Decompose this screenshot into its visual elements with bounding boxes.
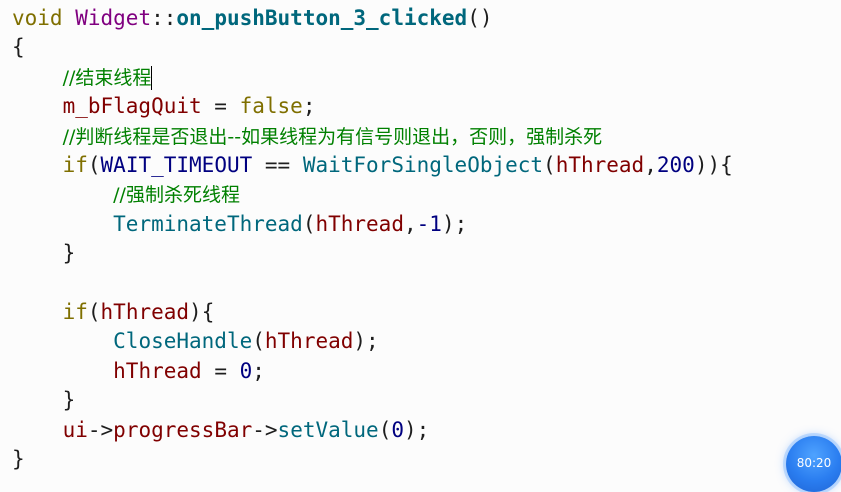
code-token-op: ); xyxy=(404,417,430,442)
code-token-var: m_bFlagQuit xyxy=(62,94,202,119)
code-token-kw: if xyxy=(62,300,88,324)
code-token-op: , xyxy=(644,153,657,177)
code-line[interactable]: hThread = 0; xyxy=(12,357,265,386)
code-token-op: ( xyxy=(378,417,392,442)
code-token-num: 200 xyxy=(656,153,695,177)
code-token-op: = xyxy=(201,94,240,119)
code-token-op: = xyxy=(201,358,240,383)
code-token-kw: void xyxy=(12,6,63,30)
code-token-op: ( xyxy=(87,153,101,177)
code-token-num: -1 xyxy=(416,211,442,236)
code-token-op: == xyxy=(252,153,303,177)
code-token-op: ( xyxy=(252,329,265,354)
code-token-op: { xyxy=(12,35,25,60)
code-token-cmt: //判断线程是否退出--如果线程为有信号则退出，否则，强制杀死 xyxy=(62,125,603,148)
code-token-var: hThread xyxy=(264,329,354,354)
code-line[interactable]: { xyxy=(12,33,25,62)
code-token-fn: on_pushButton_3_clicked xyxy=(176,6,468,30)
code-token-op: () xyxy=(467,6,493,30)
code-token-kw: if xyxy=(62,153,88,177)
code-token-call: WaitForSingleObject xyxy=(302,153,544,177)
code-token-call: TerminateThread xyxy=(113,211,303,236)
code-token-op: } xyxy=(62,388,76,413)
code-token-var: hThread xyxy=(113,358,202,383)
code-token-cls: Widget xyxy=(75,6,152,30)
code-token-call: CloseHandle xyxy=(113,329,253,354)
code-token-var: hThread xyxy=(100,300,190,324)
code-token-op: } xyxy=(62,241,76,266)
code-line[interactable]: } xyxy=(12,386,76,415)
code-token-op xyxy=(12,388,63,412)
code-token-call: setValue xyxy=(277,417,379,442)
timer-badge-text: 80:20 xyxy=(796,456,832,470)
code-token-num: 0 xyxy=(239,358,253,383)
code-token-var: progressBar xyxy=(113,417,253,442)
code-token-var: hThread xyxy=(555,153,645,177)
text-caret xyxy=(151,65,153,90)
code-line[interactable]: //强制杀死线程 xyxy=(12,180,240,209)
code-token-kw: false xyxy=(239,94,303,119)
code-line[interactable]: CloseHandle(hThread); xyxy=(12,327,379,356)
code-line[interactable]: } xyxy=(12,239,76,268)
code-token-op xyxy=(12,65,63,89)
code-token-op xyxy=(12,212,113,236)
code-token-op: ; xyxy=(302,94,316,119)
code-token-op: )){ xyxy=(694,153,733,177)
code-token-op xyxy=(12,359,113,383)
code-line[interactable]: //结束线程 xyxy=(12,63,153,92)
code-token-op: ; xyxy=(252,358,265,383)
code-token-op: ){ xyxy=(189,300,215,324)
code-token-op: ( xyxy=(87,300,101,324)
code-token-op: :: xyxy=(151,6,177,30)
code-line[interactable]: void Widget::on_pushButton_3_clicked() xyxy=(12,4,492,33)
code-token-op: } xyxy=(12,447,25,471)
code-token-op xyxy=(63,6,76,30)
code-token-op xyxy=(12,153,63,177)
code-line[interactable]: if(hThread){ xyxy=(12,298,215,327)
code-token-var: hThread xyxy=(315,211,404,236)
code-token-op xyxy=(12,241,63,265)
code-token-op: ( xyxy=(302,211,316,236)
code-token-op xyxy=(12,418,63,442)
code-token-cmt: //结束线程 xyxy=(62,66,152,89)
code-token-op xyxy=(12,182,113,206)
code-line[interactable]: m_bFlagQuit = false; xyxy=(12,92,316,121)
code-token-cmt: //强制杀死线程 xyxy=(113,184,240,207)
code-line[interactable]: TerminateThread(hThread,-1); xyxy=(12,210,467,239)
code-token-var: ui xyxy=(62,417,88,442)
code-line[interactable]: if(WAIT_TIMEOUT == WaitForSingleObject(h… xyxy=(12,151,733,180)
code-editor[interactable]: void Widget::on_pushButton_3_clicked(){ … xyxy=(0,0,841,471)
code-token-op xyxy=(12,300,63,324)
code-token-op xyxy=(12,329,113,353)
code-token-num: 0 xyxy=(391,417,405,442)
timer-badge-icon[interactable]: 80:20 xyxy=(786,436,841,492)
code-token-op xyxy=(12,94,63,118)
code-token-op: ); xyxy=(441,211,468,236)
code-token-op: -> xyxy=(252,417,278,442)
code-line[interactable]: ui->progressBar->setValue(0); xyxy=(12,416,430,445)
code-token-op: ( xyxy=(543,153,556,177)
code-token-op: ); xyxy=(353,329,379,354)
code-token-op xyxy=(12,124,63,148)
code-token-op: -> xyxy=(87,417,114,442)
code-token-op: , xyxy=(403,211,417,236)
code-line[interactable]: //判断线程是否退出--如果线程为有信号则退出，否则，强制杀死 xyxy=(12,122,603,151)
code-token-mac: WAIT_TIMEOUT xyxy=(100,153,253,177)
